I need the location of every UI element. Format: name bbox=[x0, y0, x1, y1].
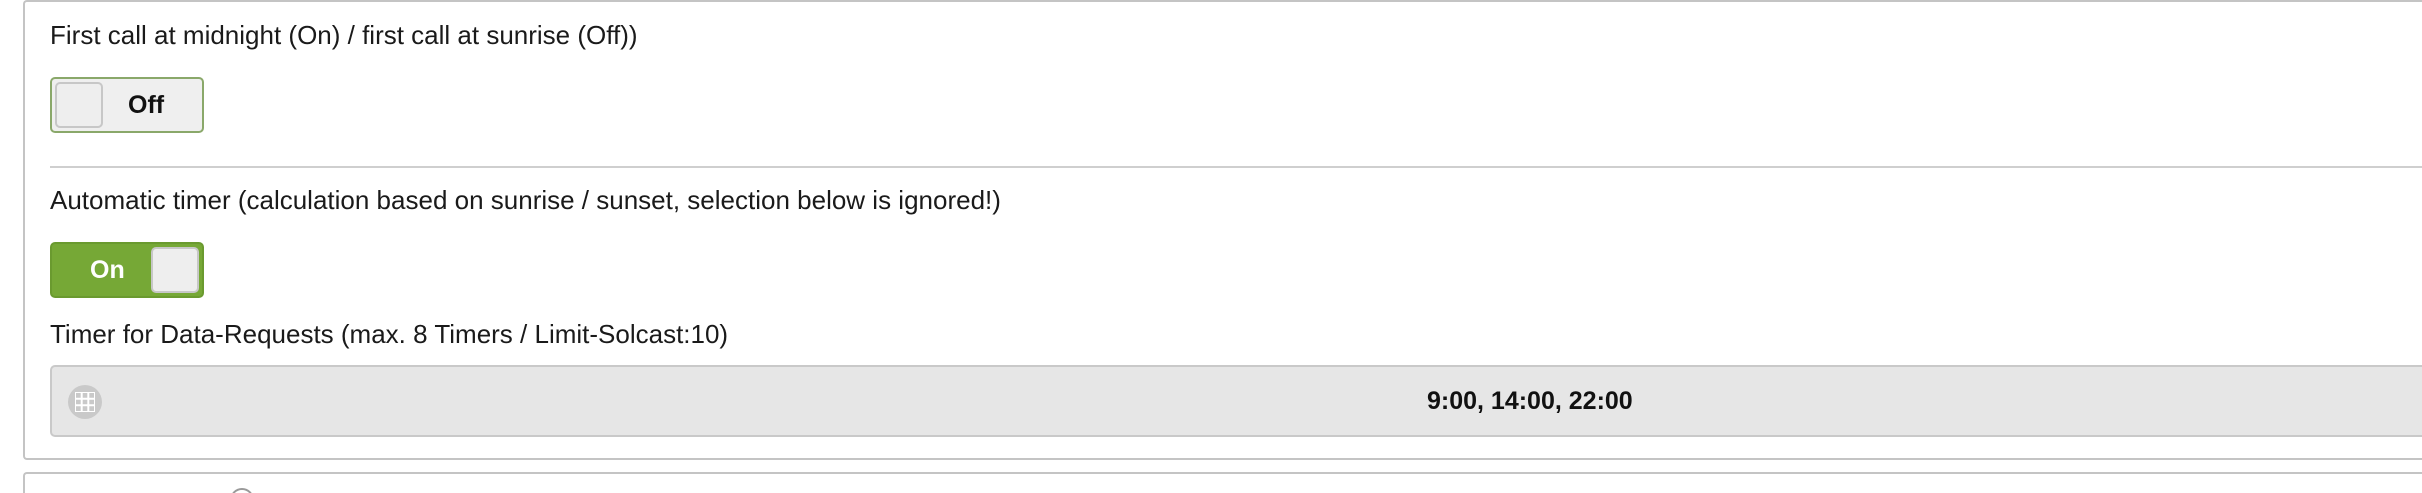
toggle-knob[interactable] bbox=[151, 247, 199, 293]
section-divider bbox=[50, 166, 2422, 168]
automatic-timer-label: Automatic timer (calculation based on su… bbox=[50, 185, 1001, 215]
automatic-timer-toggle[interactable]: On bbox=[50, 242, 204, 298]
toggle-state-text: On bbox=[90, 256, 125, 284]
timer-value: 9:00, 14:00, 22:00 bbox=[1427, 387, 1633, 415]
timer-requests-label: Timer for Data-Requests (max. 8 Timers /… bbox=[50, 319, 729, 349]
first-call-toggle[interactable]: Off bbox=[50, 77, 204, 133]
next-settings-panel bbox=[23, 472, 2422, 493]
timer-select-field[interactable]: 9:00, 14:00, 22:00 bbox=[50, 365, 2422, 437]
grid-icon[interactable] bbox=[68, 385, 102, 419]
circle-icon bbox=[230, 488, 254, 493]
toggle-knob[interactable] bbox=[55, 82, 103, 128]
settings-page: First call at midnight (On) / first call… bbox=[0, 0, 2422, 493]
first-call-label: First call at midnight (On) / first call… bbox=[50, 20, 638, 50]
toggle-state-text: Off bbox=[128, 91, 165, 119]
